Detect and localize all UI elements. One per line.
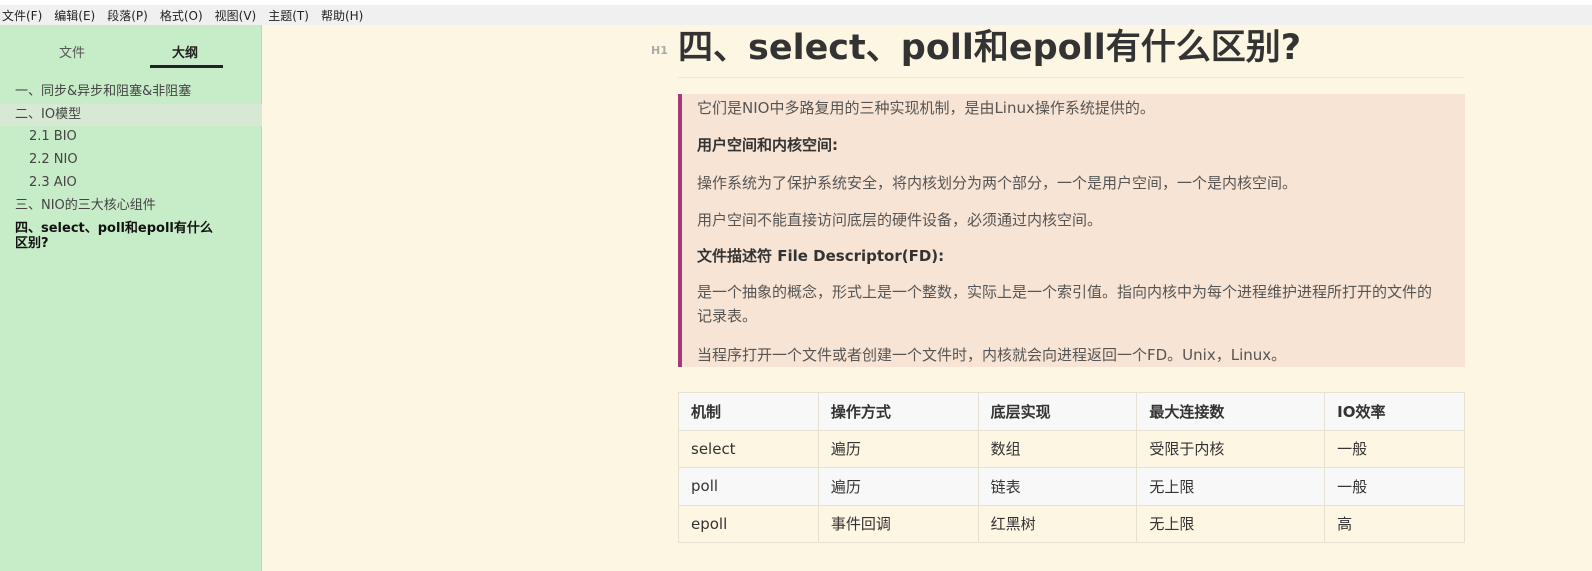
menu-theme[interactable]: 主题(T)	[268, 7, 309, 24]
outline-item-nio-components[interactable]: 三、NIO的三大核心组件	[0, 195, 262, 218]
menu-file[interactable]: 文件(F)	[2, 7, 42, 24]
menu-bar: 文件(F) 编辑(E) 段落(P) 格式(O) 视图(V) 主题(T) 帮助(H…	[0, 0, 1592, 25]
column-header: IO效率	[1324, 392, 1465, 431]
table-cell: 红黑树	[977, 504, 1138, 543]
title-strip	[0, 0, 1592, 5]
table-cell: 事件回调	[817, 504, 979, 543]
editor-area[interactable]: H1 四、select、poll和epoll有什么区别? 它们是NIO中多路复用…	[263, 25, 1592, 571]
table-row: select 遍历 数组 受限于内核 一般	[678, 429, 1465, 468]
menu-help[interactable]: 帮助(H)	[321, 7, 363, 24]
quote-intro: 它们是NIO中多路复用的三种实现机制，是由Linux操作系统提供的。	[697, 99, 1155, 117]
outline-item-bio[interactable]: 2.1 BIO	[0, 126, 262, 149]
quote-heading-space: 用户空间和内核空间:	[697, 136, 838, 154]
sidebar: 文件 大纲 一、同步&异步和阻塞&非阻塞 二、IO模型 2.1 BIO 2.2 …	[0, 25, 262, 571]
table-cell: 遍历	[817, 467, 979, 506]
table-cell: select	[678, 429, 819, 468]
table-row: epoll 事件回调 红黑树 无上限 高	[678, 504, 1465, 543]
tab-outline[interactable]: 大纲	[172, 42, 198, 61]
outline-list: 一、同步&异步和阻塞&非阻塞 二、IO模型 2.1 BIO 2.2 NIO 2.…	[0, 81, 262, 251]
table-row: poll 遍历 链表 无上限 一般	[678, 467, 1465, 506]
table-cell: epoll	[678, 504, 819, 543]
page-title: 四、select、poll和epoll有什么区别?	[678, 25, 1465, 78]
table-header-row: 机制 操作方式 底层实现 最大连接数 IO效率	[678, 392, 1465, 431]
table-cell: 数组	[977, 429, 1138, 468]
quote-paragraph-protect: 操作系统为了保护系统安全，将内核划分为两个部分，一个是用户空间，一个是内核空间。	[697, 174, 1298, 192]
outline-item-io-model[interactable]: 二、IO模型	[0, 103, 262, 127]
menu-paragraph[interactable]: 段落(P)	[107, 7, 148, 24]
quote-paragraph-access: 用户空间不能直接访问底层的硬件设备，必须通过内核空间。	[697, 211, 1103, 229]
menu-format[interactable]: 格式(O)	[160, 7, 203, 24]
column-header: 操作方式	[817, 392, 979, 431]
heading-level-badge: H1	[651, 44, 668, 57]
sidebar-tabs: 文件 大纲	[0, 25, 261, 71]
blockquote: 它们是NIO中多路复用的三种实现机制，是由Linux操作系统提供的。 用户空间和…	[678, 94, 1465, 367]
column-header: 机制	[678, 392, 819, 431]
menu-edit[interactable]: 编辑(E)	[54, 7, 95, 24]
quote-paragraph-open: 当程序打开一个文件或者创建一个文件时，内核就会向进程返回一个FD。Unix，Li…	[697, 346, 1287, 364]
outline-item-select-poll-epoll[interactable]: 四、select、poll和epoll有什么区别?	[0, 217, 225, 251]
outline-item-aio[interactable]: 2.3 AIO	[0, 172, 262, 195]
menu-view[interactable]: 视图(V)	[215, 7, 257, 24]
table-cell: poll	[678, 467, 819, 506]
table-cell: 无上限	[1136, 504, 1326, 543]
table-cell: 一般	[1324, 429, 1465, 468]
column-header: 最大连接数	[1136, 392, 1326, 431]
column-header: 底层实现	[977, 392, 1138, 431]
table-cell: 链表	[977, 467, 1138, 506]
quote-heading-fd: 文件描述符 File Descriptor(FD):	[697, 247, 945, 265]
quote-paragraph-fd: 是一个抽象的概念，形式上是一个整数，实际上是一个索引值。指向内核中为每个进程维护…	[697, 283, 1433, 325]
table-cell: 遍历	[817, 429, 979, 468]
table-cell: 无上限	[1136, 467, 1326, 506]
active-tab-indicator	[150, 65, 223, 68]
table-cell: 一般	[1324, 467, 1465, 506]
outline-item-sync-async[interactable]: 一、同步&异步和阻塞&非阻塞	[0, 81, 262, 104]
outline-item-nio[interactable]: 2.2 NIO	[0, 149, 262, 172]
tab-files[interactable]: 文件	[59, 42, 85, 61]
table-cell: 高	[1324, 504, 1465, 543]
table-cell: 受限于内核	[1136, 429, 1326, 468]
comparison-table: 机制 操作方式 底层实现 最大连接数 IO效率 select 遍历 数组 受限于…	[678, 392, 1465, 543]
